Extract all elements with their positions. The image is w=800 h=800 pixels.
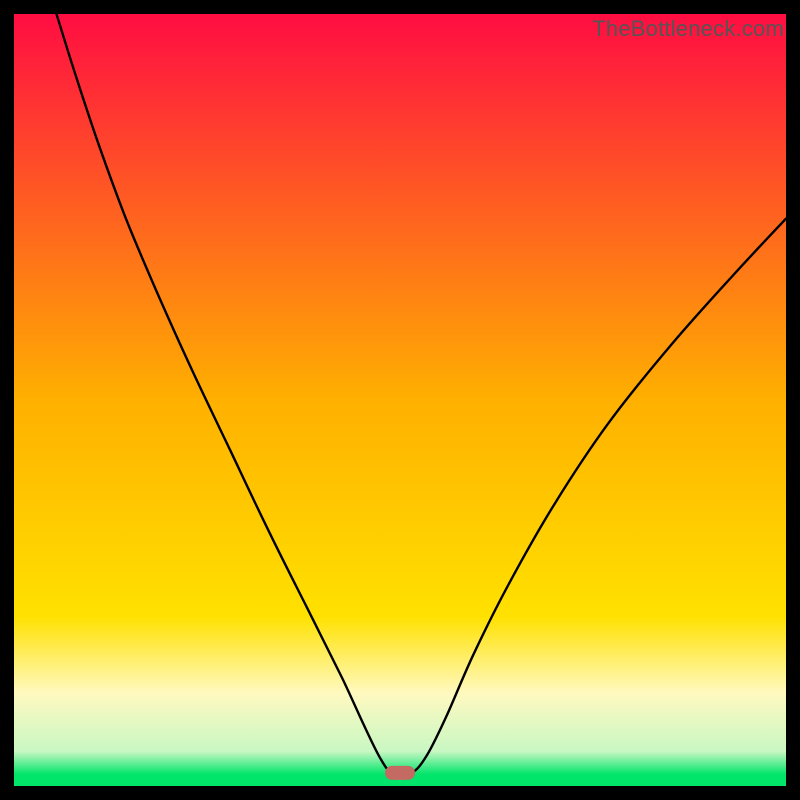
chart-frame: TheBottleneck.com bbox=[0, 0, 800, 800]
chart-plot-area bbox=[14, 14, 786, 786]
gradient-background bbox=[14, 14, 786, 786]
chart-svg bbox=[14, 14, 786, 786]
optimal-marker bbox=[385, 766, 415, 780]
watermark-text: TheBottleneck.com bbox=[592, 16, 784, 42]
